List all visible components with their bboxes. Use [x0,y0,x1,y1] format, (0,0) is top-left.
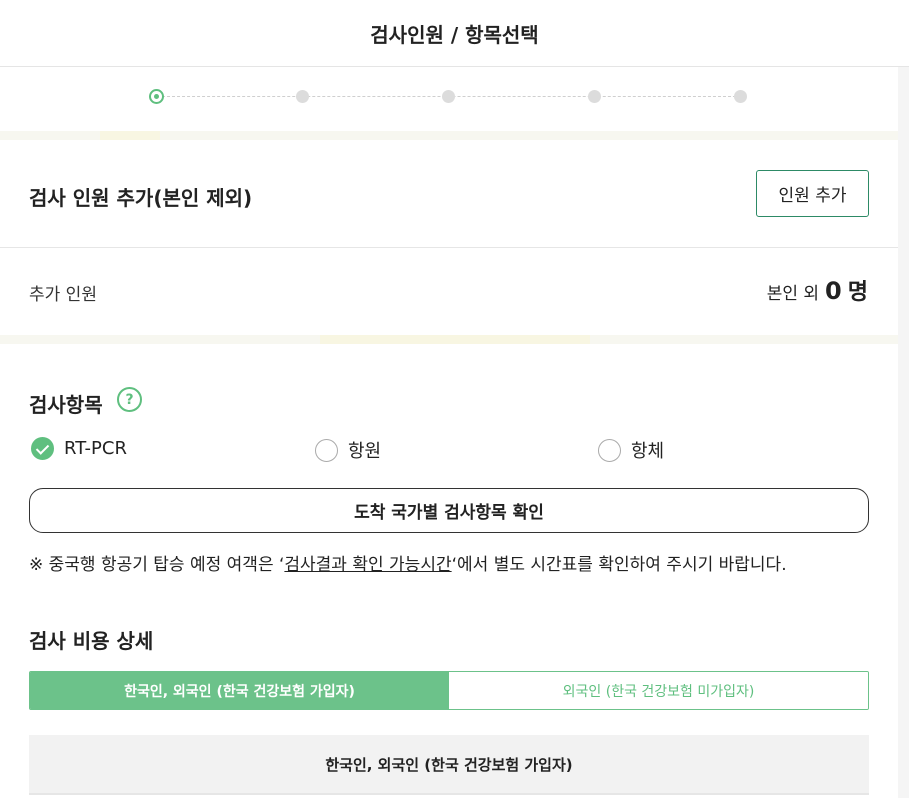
radio-antibody[interactable]: 항체 [598,437,664,463]
test-items-title: 검사항목 [29,393,103,417]
step-indicator [0,67,898,131]
step-3-dot [442,90,455,103]
add-people-title: 검사 인원 추가(본인 제외) [29,186,253,210]
question-circle-icon[interactable]: ? [117,387,142,412]
cost-tabs: 한국인, 외국인 (한국 건강보험 가입자) 외국인 (한국 건강보험 미가입자… [29,671,869,710]
tab-uninsured[interactable]: 외국인 (한국 건강보험 미가입자) [449,672,868,709]
radio-label: 항원 [348,441,382,462]
test-type-radio-group: RT-PCR 항원 항체 [31,437,871,463]
count-value: 0 [825,277,842,305]
radio-circle-icon[interactable] [315,438,338,462]
cost-table-header: 한국인, 외국인 (한국 건강보험 가입자) [29,735,869,795]
section-gap [0,335,898,344]
added-people-label: 추가 인원 [29,285,97,305]
page-title: 검사인원 / 항목선택 [370,22,539,47]
page-header: 검사인원 / 항목선택 [0,0,909,67]
notice-suffix: ‘에서 별도 시간표를 확인하여 주시기 바랍니다. [451,555,787,575]
strip-glow [100,131,160,140]
added-people-count: 본인 외 0 명 [767,274,868,306]
radio-antigen[interactable]: 항원 [315,437,381,463]
tab-insured[interactable]: 한국인, 외국인 (한국 건강보험 가입자) [30,672,449,709]
count-prefix: 본인 외 [766,284,820,304]
cost-detail-title: 검사 비용 상세 [29,629,154,653]
section-gap [0,131,898,140]
count-unit: 명 [847,280,868,305]
strip-glow [320,335,590,344]
check-circle-icon[interactable] [31,437,54,460]
step-4-dot [588,90,601,103]
add-person-button[interactable]: 인원 추가 [756,170,869,217]
radio-label: RT-PCR [64,438,127,459]
step-1-dot [149,89,164,104]
divider [0,247,898,248]
check-country-items-button[interactable]: 도착 국가별 검사항목 확인 [29,488,869,533]
radio-circle-icon[interactable] [598,438,621,462]
step-2-dot [296,90,309,103]
test-items-card: 검사항목 ? RT-PCR 항원 항체 도착 국가별 검사항목 확인 ※ 중국행… [0,344,898,798]
radio-label: 항체 [631,441,665,462]
notice-prefix: ※ 중국행 항공기 탑승 예정 여객은 ‘ [29,555,285,575]
result-time-link[interactable]: 검사결과 확인 가능시간 [284,555,451,575]
china-notice: ※ 중국행 항공기 탑승 예정 여객은 ‘검사결과 확인 가능시간‘에서 별도 … [29,550,787,575]
radio-rt-pcr[interactable]: RT-PCR [31,437,127,460]
add-people-card: 검사 인원 추가(본인 제외) 인원 추가 추가 인원 본인 외 0 명 [0,140,898,335]
step-5-dot [734,90,747,103]
